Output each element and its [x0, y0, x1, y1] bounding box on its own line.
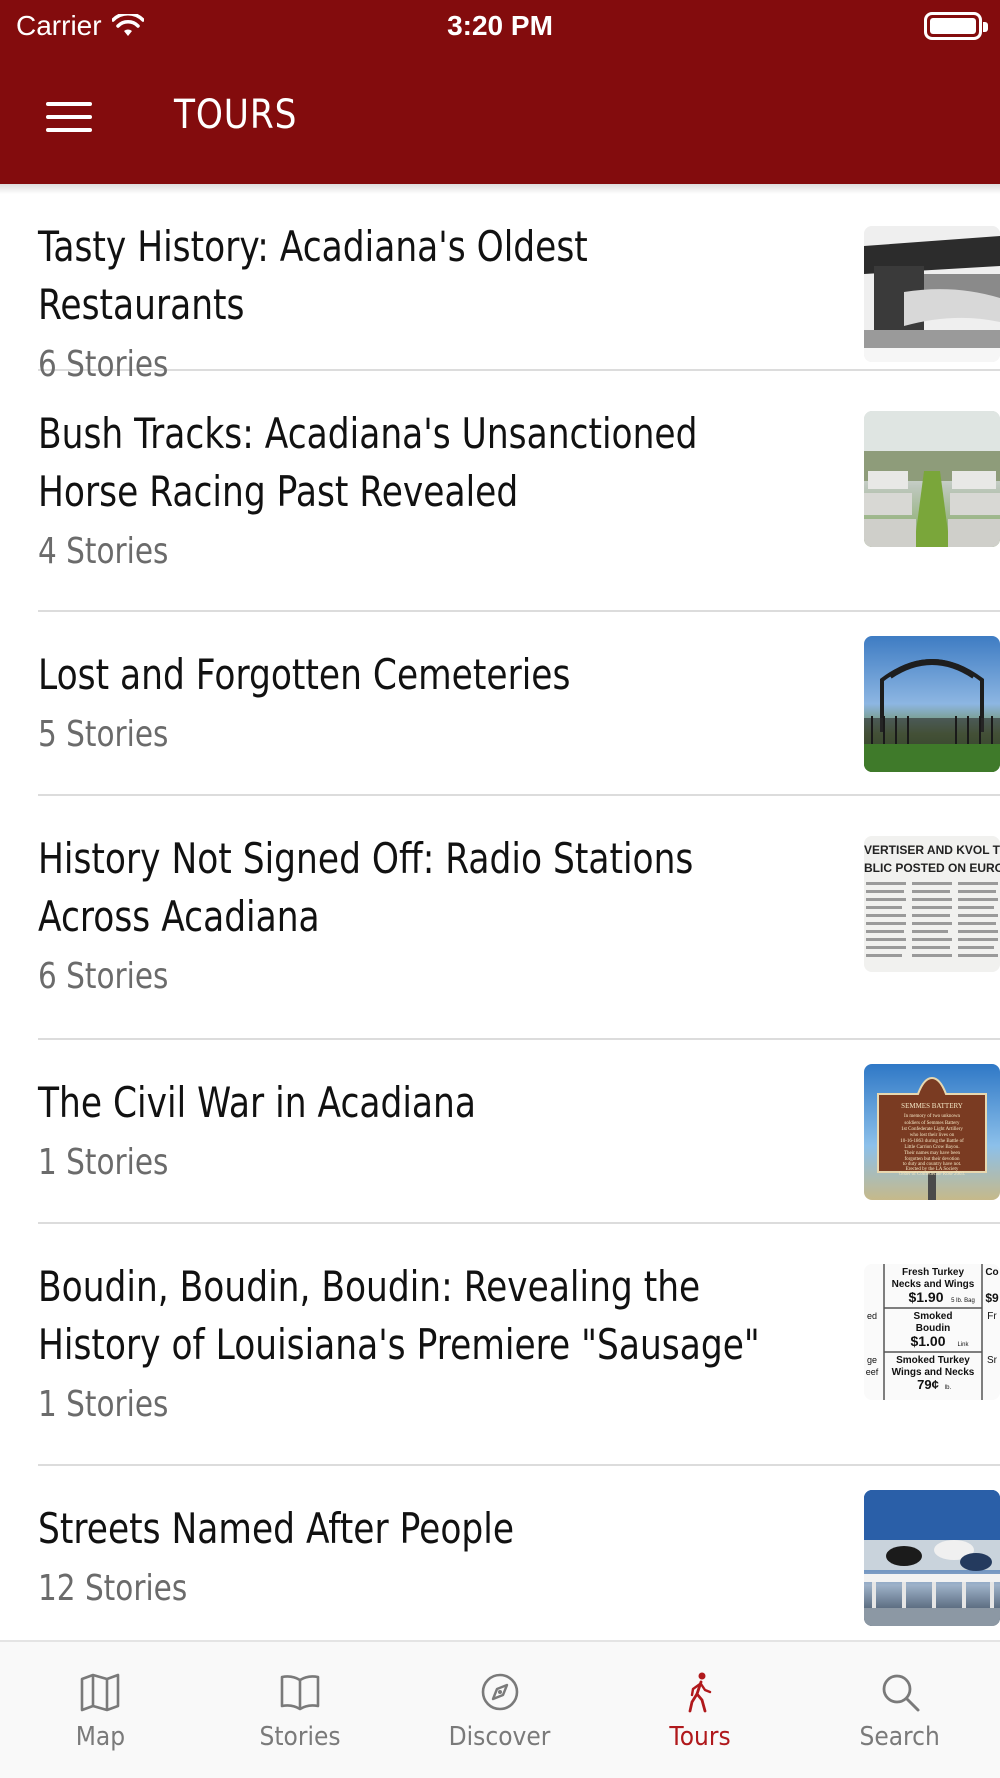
- tour-story-count: 12 Stories: [38, 1568, 188, 1609]
- thumb-text: $9: [985, 1291, 999, 1305]
- tours-list[interactable]: Tasty History: Acadiana's Oldest Restaur…: [0, 184, 1000, 1640]
- tab-tours[interactable]: Tours: [600, 1642, 800, 1778]
- status-bar: Carrier 3:20 PM: [0, 0, 1000, 52]
- list-item[interactable]: Tasty History: Acadiana's Oldest Restaur…: [38, 184, 1000, 385]
- thumb-text: VERTISER AND KVOL TO KEE: [864, 843, 1000, 857]
- tour-story-count: 4 Stories: [38, 531, 169, 572]
- list-item[interactable]: History Not Signed Off: Radio Stations A…: [38, 796, 1000, 1040]
- thumb-text: ed: [867, 1311, 877, 1321]
- tour-title: Streets Named After People: [38, 1504, 515, 1553]
- thumb-text: BLIC POSTED ON EUROPE WA: [864, 861, 1000, 875]
- tour-title: History Not Signed Off: Radio Stations A…: [38, 834, 694, 941]
- thumb-text: lb.: [945, 1385, 952, 1391]
- tab-discover[interactable]: Discover: [400, 1642, 600, 1778]
- tab-map[interactable]: Map: [0, 1642, 200, 1778]
- thumb-text: eef: [866, 1367, 879, 1377]
- thumb-text: 5 lb. Bag: [951, 1298, 975, 1304]
- thumb-text: $1.00: [910, 1333, 945, 1349]
- thumb-text: 10-16-1863 during the Battle of: [900, 1139, 964, 1144]
- tab-label: Search: [859, 1722, 941, 1752]
- thumb-text: Link: [957, 1342, 969, 1348]
- map-icon: [80, 1673, 120, 1712]
- tab-label: Discover: [449, 1722, 551, 1752]
- thumb-text: Order of Confederate Rose 2003.: [899, 1172, 966, 1177]
- app-header: Carrier 3:20 PM TOURS: [0, 0, 1000, 184]
- tour-thumbnail: [864, 226, 1000, 362]
- tab-stories[interactable]: Stories: [200, 1642, 400, 1778]
- thumb-text: SEMMES BATTERY: [901, 1102, 963, 1110]
- list-item[interactable]: Streets Named After People 12 Stories: [38, 1466, 1000, 1640]
- hamburger-menu-icon[interactable]: [36, 92, 100, 142]
- walking-person-icon: [688, 1672, 712, 1713]
- tour-title: Boudin, Boudin, Boudin: Revealing the Hi…: [38, 1262, 760, 1369]
- thumb-text: Little Carrion Crow Bayou.: [904, 1145, 959, 1150]
- thumb-text: Sr: [987, 1355, 998, 1366]
- thumb-text: Fr: [987, 1311, 997, 1322]
- tour-thumbnail: [864, 636, 1000, 772]
- list-item[interactable]: The Civil War in Acadiana 1 Stories SEMM…: [38, 1040, 1000, 1224]
- tour-thumbnail: SEMMES BATTERY In memory of two unknown …: [864, 1064, 1000, 1200]
- list-item[interactable]: Boudin, Boudin, Boudin: Revealing the Hi…: [38, 1224, 1000, 1466]
- tour-title: Lost and Forgotten Cemeteries: [38, 650, 571, 699]
- thumb-text: In memory of two unknown: [904, 1114, 961, 1119]
- tour-story-count: 1 Stories: [38, 1384, 169, 1425]
- tour-story-count: 1 Stories: [38, 1142, 169, 1183]
- tab-label: Tours: [669, 1722, 731, 1752]
- thumb-text: Fresh Turkey: [902, 1267, 964, 1278]
- battery-icon: [924, 12, 988, 40]
- tour-thumbnail: [864, 1490, 1000, 1626]
- book-icon: [280, 1675, 320, 1711]
- page-title: TOURS: [174, 92, 298, 138]
- thumb-text: Smoked Turkey: [896, 1355, 970, 1366]
- search-icon: [882, 1674, 920, 1712]
- compass-icon: [481, 1673, 519, 1711]
- thumb-text: Smoked: [914, 1311, 953, 1322]
- tour-story-count: 5 Stories: [38, 714, 169, 755]
- tour-thumbnail: [864, 411, 1000, 547]
- thumb-text: Their names may have been: [904, 1151, 961, 1156]
- tab-label: Stories: [259, 1722, 341, 1752]
- tour-title: Bush Tracks: Acadiana's Unsanctioned Hor…: [38, 409, 698, 516]
- thumb-text: ge: [867, 1355, 877, 1365]
- thumb-text: Co: [985, 1267, 998, 1278]
- thumb-text: 79¢: [917, 1377, 939, 1392]
- thumb-text: soldiers of Semmes Battery: [904, 1121, 960, 1126]
- tour-story-count: 6 Stories: [38, 956, 169, 997]
- bottom-tab-bar: Map Stories Discover Tours Search: [0, 1640, 1000, 1778]
- thumb-text: 1st Confederate Light Artillery: [901, 1127, 963, 1132]
- tour-title: The Civil War in Acadiana: [38, 1078, 476, 1127]
- tour-thumbnail: VERTISER AND KVOL TO KEE BLIC POSTED ON …: [864, 836, 1000, 972]
- list-item[interactable]: Bush Tracks: Acadiana's Unsanctioned Hor…: [38, 371, 1000, 612]
- status-time: 3:20 PM: [447, 10, 553, 41]
- tab-search[interactable]: Search: [800, 1642, 1000, 1778]
- list-item[interactable]: Lost and Forgotten Cemeteries 5 Stories: [38, 612, 1000, 796]
- thumb-text: $1.90: [908, 1289, 943, 1305]
- tab-label: Map: [75, 1722, 125, 1752]
- tour-title: Tasty History: Acadiana's Oldest Restaur…: [38, 222, 588, 329]
- thumb-text: who lost their lives on: [910, 1133, 955, 1138]
- tour-thumbnail: Fresh Turkey Necks and Wings $1.90 5 lb.…: [864, 1264, 1000, 1400]
